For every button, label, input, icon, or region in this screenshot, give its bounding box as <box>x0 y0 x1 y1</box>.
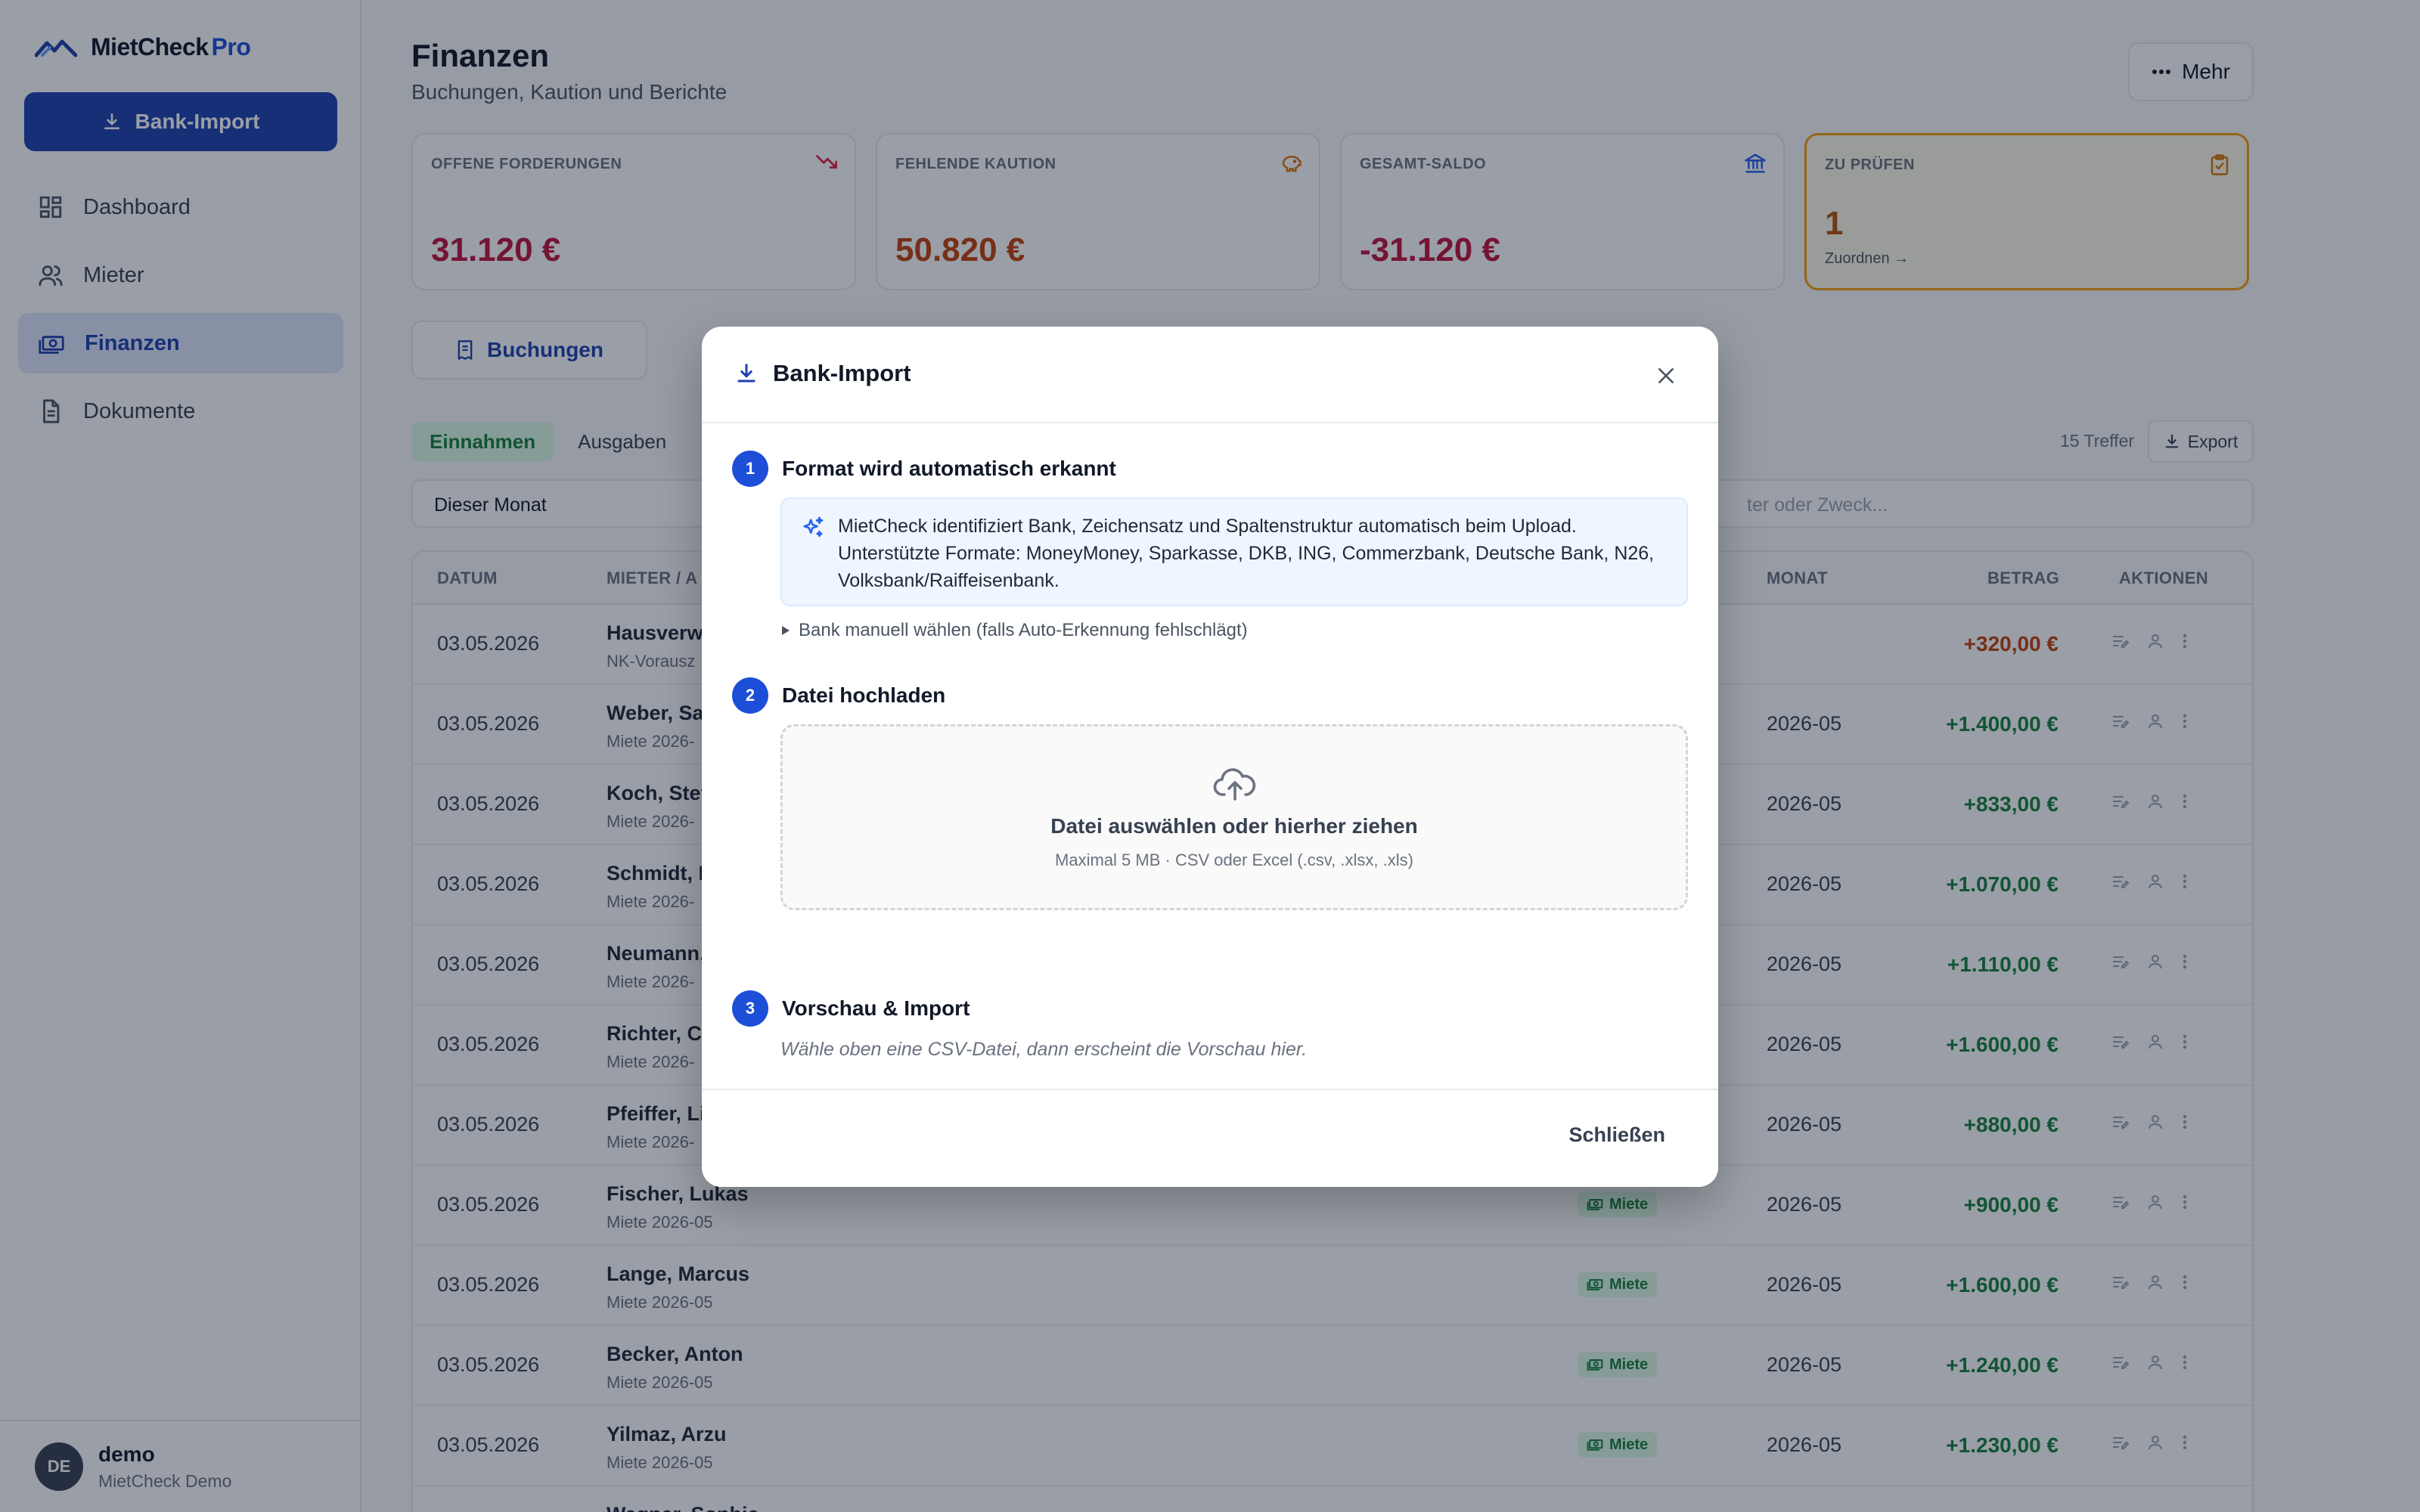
format-info-box: MietCheck identifiziert Bank, Zeichensat… <box>780 497 1688 606</box>
step-3-header: 3 Vorschau & Import <box>732 990 970 1027</box>
preview-hint: Wähle oben eine CSV-Datei, dann erschein… <box>780 1039 1308 1060</box>
close-icon[interactable] <box>1656 366 1676 386</box>
info-line-3: Volksbank/Raiffeisenbank. <box>838 570 1060 591</box>
sparkles-icon <box>800 516 826 541</box>
triangle-right-icon <box>780 624 791 637</box>
file-dropzone[interactable]: Datei auswählen oder hierher ziehen Maxi… <box>780 724 1688 910</box>
step-number: 2 <box>732 677 768 714</box>
step-title: Datei hochladen <box>782 683 946 707</box>
info-line-1: MietCheck identifiziert Bank, Zeichensat… <box>838 516 1577 537</box>
step-number: 1 <box>732 451 768 487</box>
info-line-2: Unterstützte Formate: MoneyMoney, Sparka… <box>838 543 1655 564</box>
download-icon <box>735 362 758 385</box>
cloud-upload-icon <box>1212 766 1258 802</box>
step-2-header: 2 Datei hochladen <box>732 677 945 714</box>
step-title: Vorschau & Import <box>782 996 970 1020</box>
dialog-header: Bank-Import <box>702 327 1718 423</box>
bank-import-dialog: Bank-Import 1 Format wird automatisch er… <box>702 327 1718 1187</box>
dropzone-hint: Maximal 5 MB · CSV oder Excel (.csv, .xl… <box>1055 850 1413 869</box>
dialog-footer: Schließen <box>702 1089 1718 1187</box>
dropzone-title: Datei auswählen oder hierher ziehen <box>1050 814 1418 838</box>
manual-bank-label: Bank manuell wählen (falls Auto-Erkennun… <box>799 620 1248 640</box>
close-button[interactable]: Schließen <box>1568 1123 1665 1147</box>
step-number: 3 <box>732 990 768 1027</box>
dialog-title: Bank-Import <box>735 360 911 387</box>
dialog-title-text: Bank-Import <box>773 360 911 386</box>
step-1-header: 1 Format wird automatisch erkannt <box>732 451 1116 487</box>
manual-bank-toggle[interactable]: Bank manuell wählen (falls Auto-Erkennun… <box>780 620 1248 641</box>
step-title: Format wird automatisch erkannt <box>782 457 1116 480</box>
